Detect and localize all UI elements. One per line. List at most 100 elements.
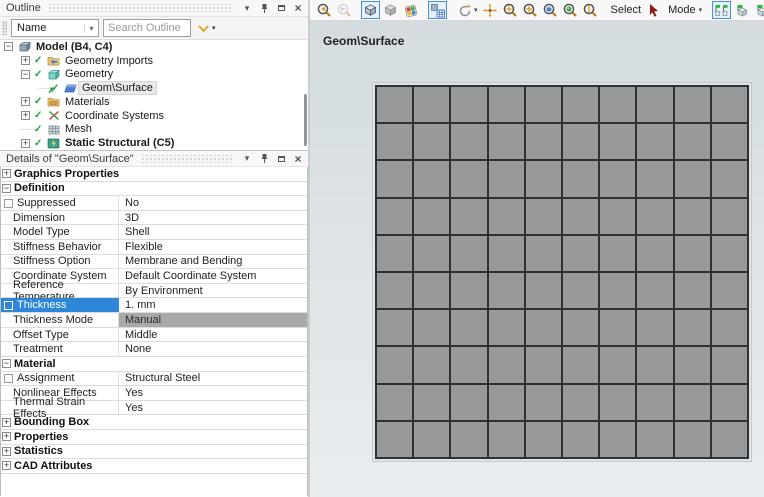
collapse-icon[interactable]: − (2, 359, 11, 368)
expand-icon[interactable]: + (21, 56, 30, 65)
property-label[interactable]: Assignment (1, 372, 119, 386)
property-value[interactable]: 1. mm (119, 298, 307, 312)
float-window-icon[interactable] (274, 152, 288, 165)
details-section-cad-attributes: +CAD Attributes (1, 459, 307, 474)
property-value[interactable]: No (119, 196, 307, 210)
section-label[interactable]: CAD Attributes (12, 459, 307, 473)
property-label[interactable]: Offset Type (1, 328, 119, 342)
pin-icon[interactable] (257, 2, 271, 15)
mesh-cell (489, 310, 524, 345)
tree-item-label: Geometry Imports (62, 55, 156, 67)
toolbar-grip[interactable] (2, 21, 7, 35)
chevron-down-icon[interactable]: ▾ (474, 6, 478, 14)
property-label[interactable]: Thickness Mode (1, 313, 119, 327)
expand-icon[interactable]: + (2, 418, 11, 427)
panel-menu-caret-icon[interactable]: ▾ (240, 152, 254, 165)
property-value[interactable]: Yes (119, 386, 307, 400)
tree-item-static-structural-c5[interactable]: +✓Static Structural (C5) (0, 136, 308, 150)
section-label[interactable]: Properties (12, 430, 307, 444)
property-value[interactable]: 3D (119, 211, 307, 225)
show-mesh-icon[interactable] (428, 1, 447, 19)
mesh-cell (526, 161, 561, 196)
expand-icon[interactable]: + (2, 432, 11, 441)
pan-icon[interactable] (481, 1, 500, 19)
float-window-icon[interactable] (274, 2, 288, 15)
property-label[interactable]: Dimension (1, 211, 119, 225)
zoom-next-icon[interactable] (334, 1, 353, 19)
checkbox[interactable] (4, 301, 13, 310)
property-value[interactable]: Yes (119, 401, 307, 415)
property-value[interactable]: Default Coordinate System (119, 269, 307, 283)
property-label-text: Treatment (13, 343, 63, 355)
property-label[interactable]: Treatment (1, 342, 119, 356)
section-label[interactable]: Graphics Properties (12, 167, 307, 181)
tree-item-geometry-imports[interactable]: +✓Geometry Imports (0, 54, 308, 68)
panel-menu-caret-icon[interactable]: ▾ (240, 2, 254, 15)
tree-item-mesh[interactable]: ✓Mesh (0, 123, 308, 137)
mode-label[interactable]: Mode (665, 4, 699, 16)
zoom-previous-icon[interactable] (314, 1, 333, 19)
box-zoom-icon[interactable] (521, 1, 540, 19)
filter-type-dropdown[interactable]: Name ▾ (11, 19, 99, 37)
property-label[interactable]: Stiffness Option (1, 255, 119, 269)
section-label[interactable]: Material (12, 357, 307, 371)
property-label[interactable]: Thickness (1, 298, 119, 312)
shaded-exterior-icon[interactable] (381, 1, 400, 19)
zoom-fit-icon[interactable] (541, 1, 560, 19)
property-value[interactable]: Shell (119, 225, 307, 239)
magnifier-window-icon[interactable] (561, 1, 580, 19)
section-label[interactable]: Definition (12, 182, 307, 196)
tree-item-label: Mesh (62, 123, 95, 135)
rotate-icon[interactable] (455, 1, 474, 19)
section-label[interactable]: Statistics (12, 445, 307, 459)
property-value[interactable]: Flexible (119, 240, 307, 254)
property-label[interactable]: Model Type (1, 225, 119, 239)
outline-scrollbar[interactable] (304, 94, 307, 146)
property-value[interactable]: None (119, 342, 307, 356)
zoom-height-icon[interactable] (581, 1, 600, 19)
close-icon[interactable]: × (291, 2, 305, 15)
checkbox[interactable] (4, 374, 13, 383)
close-icon[interactable]: × (291, 152, 305, 165)
expand-icon[interactable]: + (21, 97, 30, 106)
collapse-icon[interactable]: − (21, 70, 30, 79)
chevron-down-icon[interactable]: ▾ (699, 6, 703, 14)
tree-item-geom-surface[interactable]: ✓✗Geom\Surface (0, 81, 308, 95)
face-select-icon[interactable] (752, 1, 764, 19)
select-label[interactable]: Select (608, 4, 645, 16)
select-cursor-icon[interactable] (645, 1, 664, 19)
expand-icon[interactable]: + (21, 111, 30, 120)
checkbox[interactable] (4, 199, 13, 208)
vertex-select-icon[interactable] (712, 1, 731, 19)
viewport[interactable]: Geom\Surface (310, 21, 764, 497)
search-expand-button[interactable]: ▾ (195, 23, 218, 34)
tree-item-geometry[interactable]: −✓Geometry (0, 68, 308, 82)
pin-icon[interactable] (257, 152, 271, 165)
section-label[interactable]: Bounding Box (12, 415, 307, 429)
mesh-cell (451, 124, 486, 159)
search-input[interactable] (103, 19, 191, 37)
zoom-in-icon[interactable] (501, 1, 520, 19)
property-value[interactable]: Manual (119, 313, 307, 327)
property-label[interactable]: Thermal Strain Effects (1, 401, 119, 415)
expand-icon[interactable]: + (2, 447, 11, 456)
element-colors-icon[interactable] (401, 1, 420, 19)
property-label[interactable]: Reference Temperature (1, 284, 119, 298)
property-label[interactable]: Stiffness Behavior (1, 240, 119, 254)
collapse-icon[interactable]: − (4, 42, 13, 51)
expand-icon[interactable]: + (2, 461, 11, 470)
tree-item-materials[interactable]: +✓Materials (0, 95, 308, 109)
property-label[interactable]: Suppressed (1, 196, 119, 210)
property-value[interactable]: Membrane and Bending (119, 255, 307, 269)
tree-item-model-b4-c4[interactable]: −Model (B4, C4) (0, 40, 308, 54)
expand-icon[interactable]: + (2, 169, 11, 178)
property-value[interactable]: By Environment (119, 284, 307, 298)
expand-icon[interactable]: + (21, 139, 30, 148)
edge-select-icon[interactable] (732, 1, 751, 19)
tree-item-coordinate-systems[interactable]: +✓Coordinate Systems (0, 109, 308, 123)
collapse-icon[interactable]: − (2, 184, 11, 193)
property-value[interactable]: Middle (119, 328, 307, 342)
property-value[interactable]: Structural Steel (119, 372, 307, 386)
shaded-exterior-edges-icon[interactable] (361, 1, 380, 19)
mesh-cell (563, 124, 598, 159)
